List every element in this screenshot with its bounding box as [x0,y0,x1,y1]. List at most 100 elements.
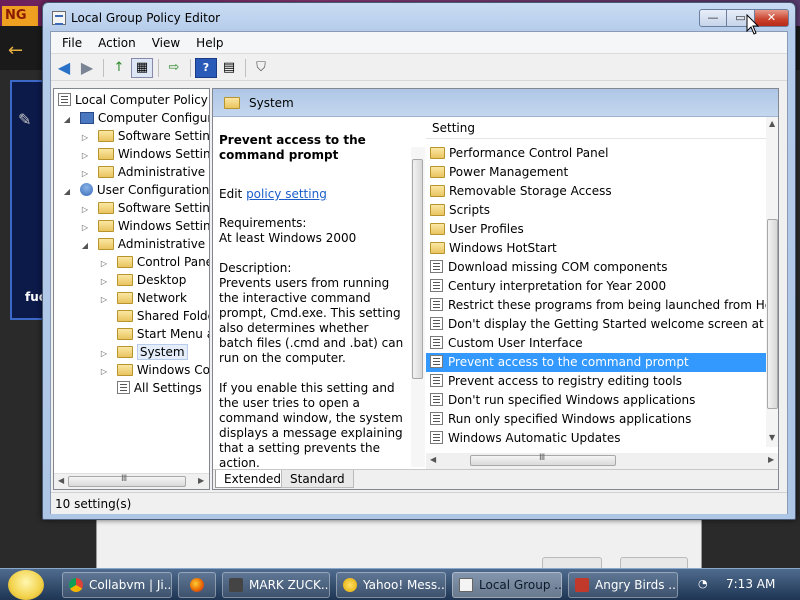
close-button[interactable]: ✕ [755,9,789,27]
list-item[interactable]: Don't display the Getting Started welcom… [426,315,778,334]
scroll-thumb[interactable] [412,159,423,379]
list-item[interactable]: Prevent access to registry editing tools [426,372,770,391]
help-icon[interactable]: ? [195,57,217,78]
up-folder-icon[interactable]: ↑ [108,58,130,78]
tree-item[interactable]: ▷ Windows Setting [80,217,209,235]
scroll-up-icon[interactable]: ▲ [769,119,775,128]
minimize-button[interactable]: — [699,9,727,27]
scroll-thumb[interactable]: Ⅲ [470,453,616,466]
list-horizontal-scrollbar[interactable]: ◀ Ⅲ ▶ [426,453,778,469]
scroll-down-icon[interactable]: ▼ [769,433,775,442]
ng-logo: NG [2,6,38,26]
list-item-selected[interactable]: Prevent access to the command prompt [426,353,778,372]
export-list-icon[interactable]: ⇨ [163,58,185,78]
list-item[interactable]: Don't run specified Windows applications [426,391,770,410]
taskbar-item-angry-birds[interactable]: Angry Birds ... [568,572,678,598]
tree-item[interactable]: ▷ Software Settings [80,199,209,217]
folder-icon [116,274,133,286]
tree-horizontal-scrollbar[interactable]: ◀ Ⅲ ▶ [54,473,209,489]
tree-item[interactable]: ▷ Windows Cor [99,361,209,379]
tree-item[interactable]: ◢ Computer Configura [62,109,209,129]
app-icon [575,578,589,592]
list-vertical-scrollbar[interactable]: ▲ ▼ [766,117,778,447]
list-item[interactable]: Custom User Interface [426,334,770,353]
folder-icon [116,292,133,304]
back-arrow-icon[interactable]: ← [8,40,23,61]
list-item[interactable]: Windows HotStart [426,239,770,258]
title-bar[interactable]: Local Group Policy Editor — ▭ ✕ [43,3,795,31]
scroll-right-icon[interactable]: ▶ [768,455,774,464]
folder-icon [430,185,445,197]
tab-standard[interactable]: Standard [281,470,354,488]
tree-item[interactable]: ▷ Control Panel [99,253,209,271]
tree-item[interactable]: ▷ Windows Setting [80,145,209,163]
explain-scrollbar[interactable] [411,147,425,467]
folder-icon [97,202,114,214]
requirements-label: Requirements: [219,216,307,230]
list-item[interactable]: Power Management [426,163,770,182]
detail-title: System [249,96,294,110]
list-item[interactable]: User Profiles [426,220,770,239]
taskbar-item-gpedit[interactable]: Local Group ... [452,572,562,598]
list-item[interactable]: Scripts [426,201,770,220]
list-item[interactable]: Run only specified Windows applications [426,410,770,429]
scroll-thumb[interactable] [767,219,778,409]
filter-icon[interactable]: ⛉ [250,58,272,78]
folder-icon [430,166,445,178]
tree-item[interactable]: ◢ User Configuration [62,181,209,199]
folder-icon [116,256,133,268]
column-header-setting[interactable]: Setting [426,117,778,139]
collapse-icon[interactable]: ◢ [62,183,72,201]
edit-policy-setting-link[interactable]: policy setting [246,187,327,201]
list-item[interactable]: Download missing COM components [426,258,770,277]
folder-icon [430,242,445,254]
menu-file[interactable]: File [54,36,90,50]
list-item[interactable]: Performance Control Panel [426,144,770,163]
scroll-left-icon[interactable]: ◀ [58,476,64,485]
taskbar-item-collabvm[interactable]: Collabvm | Ji... [62,572,172,598]
start-button[interactable] [8,570,44,600]
scroll-right-icon[interactable]: ▶ [198,476,204,485]
window-title: Local Group Policy Editor [71,11,221,25]
taskbar-item-mark-zuck[interactable]: MARK ZUCK... [222,572,330,598]
description-text: Prevents users from running the interact… [219,276,404,365]
caption-buttons: — ▭ ✕ [699,9,789,27]
taskbar-item-firefox[interactable] [178,572,216,598]
scroll-thumb[interactable]: Ⅲ [68,474,186,487]
tree-item[interactable]: ▷ Desktop [99,271,186,289]
tree-item[interactable]: All Settings [99,379,202,397]
tab-extended[interactable]: Extended [215,470,290,488]
list-item[interactable]: Restrict these programs from being launc… [426,296,778,315]
tree-item[interactable]: ◢ Administrative Te [80,235,209,255]
tree-item[interactable]: ▷ Network [99,289,187,307]
tray-icon[interactable]: ◔ [698,577,708,590]
list-item[interactable]: Windows Automatic Updates [426,429,770,448]
tree-item-system[interactable]: ▷ System [99,343,188,361]
show-hide-tree-icon[interactable]: ▦ [131,57,153,78]
setting-icon [430,279,443,292]
taskbar-item-yahoo[interactable]: Yahoo! Mess... [336,572,446,598]
tree-item[interactable]: Shared Folder [99,307,209,325]
tree-item[interactable]: ▷ Software Settings [80,127,209,145]
tree-item[interactable]: ▷ Administrative Te [80,163,209,181]
folder-icon [97,238,114,250]
folder-icon [116,310,133,322]
tree-item[interactable]: Start Menu ar [99,325,209,343]
firefox-icon [190,578,204,592]
setting-icon [430,374,443,387]
forward-icon[interactable]: ▶ [76,58,98,78]
collapse-icon[interactable]: ◢ [80,237,90,255]
collapse-icon[interactable]: ◢ [62,111,72,129]
list-item[interactable]: Century interpretation for Year 2000 [426,277,770,296]
tree-item[interactable]: Local Computer Policy [58,91,208,109]
menu-action[interactable]: Action [90,36,144,50]
back-icon[interactable]: ◀ [53,58,75,78]
folder-icon [97,130,114,142]
menu-view[interactable]: View [144,36,188,50]
properties-icon[interactable]: ▤ [218,58,240,78]
menu-help[interactable]: Help [188,36,231,50]
clock[interactable]: 7:13 AM [726,577,775,591]
list-item[interactable]: Removable Storage Access [426,182,770,201]
chrome-icon [69,578,83,592]
scroll-left-icon[interactable]: ◀ [430,455,436,464]
